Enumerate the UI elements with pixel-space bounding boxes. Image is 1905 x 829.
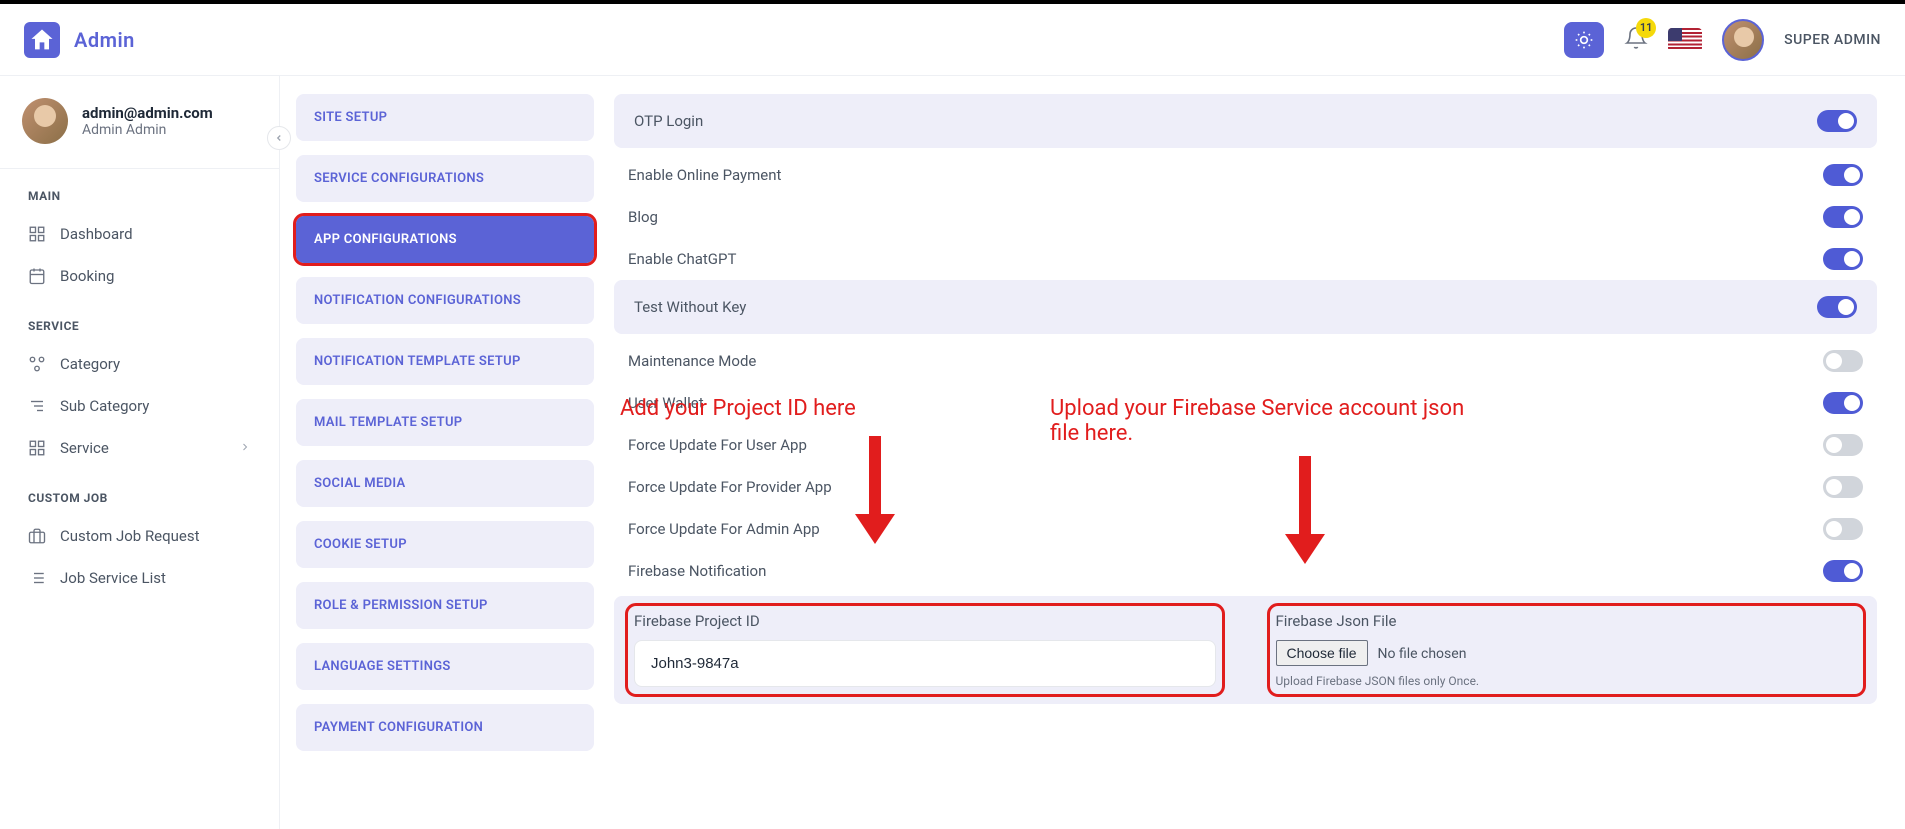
firebase-json-box: Firebase Json File Choose file No file c… [1276, 612, 1858, 688]
toggle-switch-force-provider[interactable] [1823, 476, 1863, 498]
toggle-row-maintenance: Maintenance Mode [614, 340, 1877, 382]
config-nav-service-config[interactable]: SERVICE CONFIGURATIONS [296, 155, 594, 202]
toggle-switch-chatgpt[interactable] [1823, 248, 1863, 270]
language-flag-icon[interactable] [1668, 28, 1702, 52]
user-avatar[interactable] [1722, 19, 1764, 61]
user-role-label: SUPER ADMIN [1784, 32, 1881, 48]
toggle-switch-user-wallet[interactable] [1823, 392, 1863, 414]
toggle-label: Maintenance Mode [628, 352, 756, 370]
sidebar-item-label: Category [60, 355, 120, 373]
firebase-project-id-input[interactable] [634, 640, 1216, 687]
sidebar-item-label: Booking [60, 267, 114, 285]
toggle-row-force-user: Force Update For User App [614, 424, 1877, 466]
toggle-row-user-wallet: User Wallet [614, 382, 1877, 424]
profile-name: Admin Admin [82, 122, 213, 138]
toggle-row-force-admin: Force Update For Admin App [614, 508, 1877, 550]
sidebar-item-label: Job Service List [60, 569, 166, 587]
sidebar-section-service: SERVICE [0, 319, 279, 343]
sidebar-item-label: Sub Category [60, 397, 149, 415]
config-nav-social-media[interactable]: SOCIAL MEDIA [296, 460, 594, 507]
sidebar-item-job-service-list[interactable]: Job Service List [0, 557, 279, 599]
theme-toggle-button[interactable] [1564, 22, 1604, 58]
sidebar-item-dashboard[interactable]: Dashboard [0, 213, 279, 255]
config-nav-notif-config[interactable]: NOTIFICATION CONFIGURATIONS [296, 277, 594, 324]
dashboard-icon [28, 225, 46, 243]
config-nav-cookie-setup[interactable]: COOKIE SETUP [296, 521, 594, 568]
toggle-row-firebase-notif: Firebase Notification [614, 550, 1877, 592]
toggle-switch-firebase-notif[interactable] [1823, 560, 1863, 582]
toggle-label: Enable Online Payment [628, 166, 781, 184]
toggle-label: OTP Login [634, 112, 703, 130]
toggle-label: Test Without Key [634, 298, 746, 316]
header: Admin 11 SUPER ADMIN [0, 4, 1905, 76]
toggle-label: Firebase Notification [628, 562, 766, 580]
config-nav-site-setup[interactable]: SITE SETUP [296, 94, 594, 141]
service-icon [28, 439, 46, 457]
firebase-json-label: Firebase Json File [1276, 612, 1858, 630]
toggle-switch-force-user[interactable] [1823, 434, 1863, 456]
briefcase-icon [28, 527, 46, 545]
notifications-button[interactable]: 11 [1624, 26, 1648, 54]
main-content: OTP Login Enable Online Payment Blog Enable… [610, 76, 1905, 829]
toggle-row-blog: Blog [614, 196, 1877, 238]
toggle-label: Force Update For Provider App [628, 478, 832, 496]
brand-logo[interactable] [24, 22, 60, 58]
brand-title: Admin [74, 28, 135, 52]
config-nav-app-config[interactable]: APP CONFIGURATIONS [296, 216, 594, 263]
sidebar-item-label: Custom Job Request [60, 527, 200, 545]
sidebar-section-custom-job: CUSTOM JOB [0, 491, 279, 515]
toggle-label: Enable ChatGPT [628, 250, 736, 268]
sidebar-item-label: Dashboard [60, 225, 133, 243]
category-icon [28, 355, 46, 373]
choose-file-button[interactable]: Choose file [1276, 640, 1368, 666]
toggle-label: User Wallet [628, 394, 704, 412]
firebase-settings-row: Firebase Project ID Firebase Json File C… [614, 596, 1877, 704]
profile-avatar [22, 98, 68, 144]
sidebar-item-custom-job-request[interactable]: Custom Job Request [0, 515, 279, 557]
toggle-label: Force Update For User App [628, 436, 807, 454]
toggle-row-online-payment: Enable Online Payment [614, 154, 1877, 196]
toggle-label: Force Update For Admin App [628, 520, 820, 538]
sidebar-section-main: MAIN [0, 189, 279, 213]
sidebar-item-booking[interactable]: Booking [0, 255, 279, 297]
sidebar-profile: admin@admin.com Admin Admin [0, 92, 279, 168]
toggle-row-otp-login: OTP Login [614, 94, 1877, 148]
config-nav-lang-settings[interactable]: LANGUAGE SETTINGS [296, 643, 594, 690]
config-nav-payment-config[interactable]: PAYMENT CONFIGURATION [296, 704, 594, 751]
calendar-icon [28, 267, 46, 285]
firebase-json-hint: Upload Firebase JSON files only Once. [1276, 674, 1858, 688]
sidebar-item-service[interactable]: Service [0, 427, 279, 469]
subcategory-icon [28, 397, 46, 415]
toggle-row-test-no-key: Test Without Key [614, 280, 1877, 334]
toggle-switch-online-payment[interactable] [1823, 164, 1863, 186]
config-nav-mail-template[interactable]: MAIL TEMPLATE SETUP [296, 399, 594, 446]
config-nav-role-perm[interactable]: ROLE & PERMISSION SETUP [296, 582, 594, 629]
firebase-project-id-box: Firebase Project ID [634, 612, 1216, 688]
list-icon [28, 569, 46, 587]
toggle-switch-otp-login[interactable] [1817, 110, 1857, 132]
config-nav-notif-template[interactable]: NOTIFICATION TEMPLATE SETUP [296, 338, 594, 385]
config-nav: SITE SETUP SERVICE CONFIGURATIONS APP CO… [280, 76, 610, 829]
sidebar-item-subcategory[interactable]: Sub Category [0, 385, 279, 427]
notification-count-badge: 11 [1636, 18, 1656, 38]
toggle-switch-maintenance[interactable] [1823, 350, 1863, 372]
toggle-label: Blog [628, 208, 658, 226]
toggle-switch-test-no-key[interactable] [1817, 296, 1857, 318]
sidebar: admin@admin.com Admin Admin MAIN Dashboa… [0, 76, 280, 829]
sidebar-collapse-button[interactable] [267, 126, 291, 150]
chevron-right-icon [239, 439, 251, 457]
toggle-switch-force-admin[interactable] [1823, 518, 1863, 540]
file-chosen-status: No file chosen [1378, 646, 1467, 662]
toggle-switch-blog[interactable] [1823, 206, 1863, 228]
toggle-row-chatgpt: Enable ChatGPT [614, 238, 1877, 280]
profile-email: admin@admin.com [82, 104, 213, 122]
sidebar-item-category[interactable]: Category [0, 343, 279, 385]
toggle-row-force-provider: Force Update For Provider App [614, 466, 1877, 508]
firebase-project-id-label: Firebase Project ID [634, 612, 1216, 630]
sidebar-item-label: Service [60, 439, 109, 457]
